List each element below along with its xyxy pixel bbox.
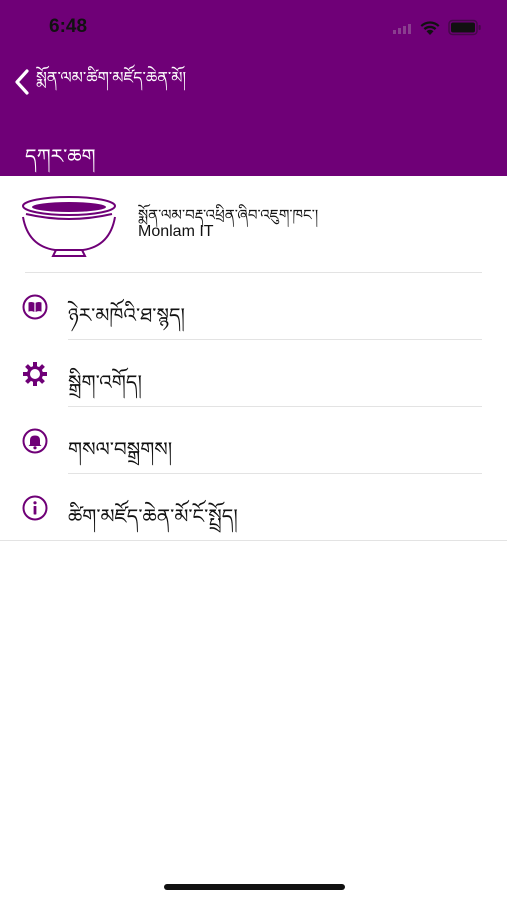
menu-item-settings[interactable]: སྒྲིག་འགོད། [0, 340, 507, 407]
status-time: 6:48 [49, 16, 88, 37]
brand-name: Monlam IT [138, 223, 214, 240]
info-icon [22, 495, 48, 521]
battery-icon [448, 19, 481, 36]
menu-item-glossary[interactable]: ཉེར་མཁོའི་ཐ་སྙད། [0, 273, 507, 340]
menu-item-label: ཚིག་མཛོད་ཆེན་མོ་ངོ་སྤྲོད། [68, 504, 238, 528]
chevron-left-icon [15, 69, 29, 95]
wifi-icon [420, 21, 440, 35]
status-bar: 6:48 [0, 0, 507, 56]
home-indicator[interactable] [164, 884, 345, 890]
cellular-signal-icon [393, 24, 411, 34]
gear-icon [23, 362, 47, 386]
book-icon [22, 294, 48, 320]
bell-icon [22, 428, 48, 454]
bowl-logo-icon [22, 196, 116, 257]
divider [0, 540, 507, 541]
menu-item-about[interactable]: ཚིག་མཛོད་ཆེན་མོ་ངོ་སྤྲོད། [0, 474, 507, 541]
back-button-label: སྨོན་ལམ་ཚིག་མཛོད་ཆེན་མོ། [36, 67, 187, 87]
back-button[interactable]: སྨོན་ལམ་ཚིག་མཛོད་ཆེན་མོ། [14, 64, 186, 100]
brand-header: སྨོན་ལམ་བརྡ་འཕྲིན་ཞིབ་འཇུག་ཁང་། Monlam I… [0, 176, 507, 272]
menu-item-notifications[interactable]: གསལ་བསྒྲགས། [0, 407, 507, 474]
app-header: 6:48 སྨོན་ལམ་ཚིག་མཛོད་ཆེན་མོ། དཀར་ཆག [0, 0, 507, 176]
